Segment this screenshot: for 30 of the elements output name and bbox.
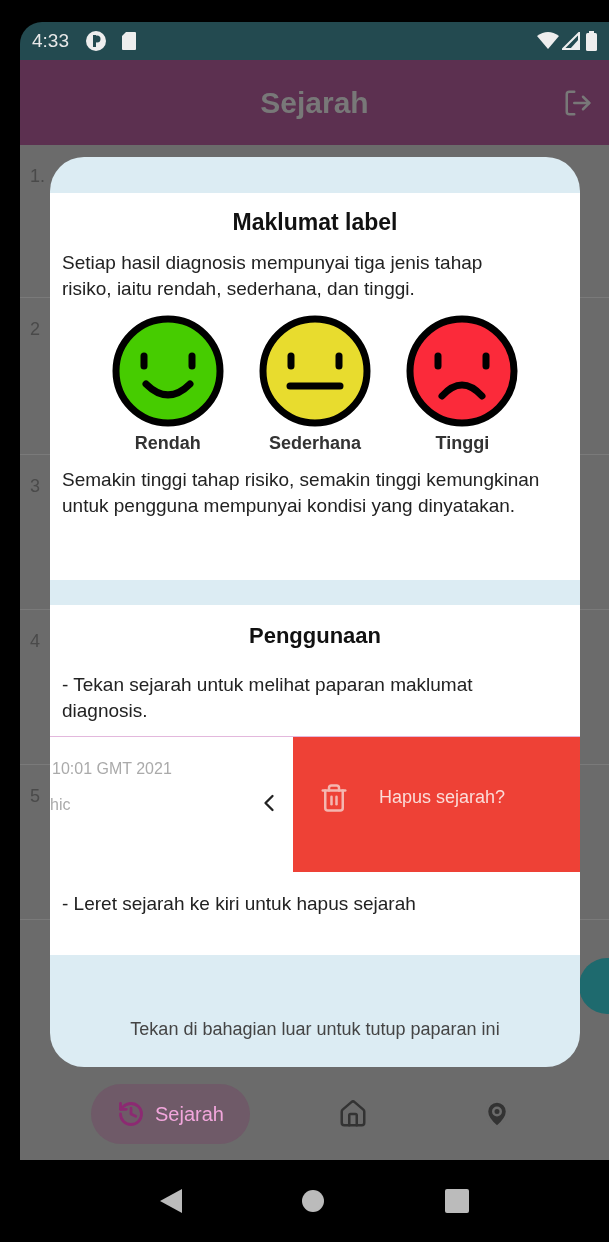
app-bar-title: Sejarah xyxy=(260,85,369,121)
neutral-face-icon xyxy=(258,313,372,428)
sad-face-icon xyxy=(405,313,520,428)
tap-hint-text: - Tekan sejarah untuk melihat paparan maklumat diagnosis. xyxy=(62,673,474,723)
delete-action[interactable]: Hapus sejarah? xyxy=(293,737,580,872)
wifi-icon xyxy=(537,32,559,50)
home-icon xyxy=(337,1098,368,1129)
home-button[interactable] xyxy=(301,1189,326,1213)
status-time: 4:33 xyxy=(32,28,69,53)
intro-text: Setiap hasil diagnosis mempunyai tiga jenis tahap risiko, iaitu rendah, sederhana, dan tinggi. xyxy=(62,250,484,301)
history-icon xyxy=(117,1099,145,1128)
section-title: Penggunaan xyxy=(248,622,382,650)
smiling-face-icon xyxy=(110,313,225,428)
risk-level-label: Tinggi xyxy=(435,431,490,455)
history-subtitle: hic xyxy=(50,795,71,815)
recents-button[interactable] xyxy=(445,1189,470,1213)
section-title: Maklumat label xyxy=(231,208,399,237)
history-date: 10:01 GMT 2021 xyxy=(51,759,172,779)
risk-level-label: Rendah xyxy=(134,431,201,455)
dismiss-hint: Tekan di bahagian luar untuk tutup paparan ini xyxy=(130,1018,500,1041)
signal-icon xyxy=(562,32,580,50)
risk-level-label: Sederhana xyxy=(268,431,361,455)
risk-note-text: Semakin tinggi tahap risiko, semakin tinggi kemungkinan untuk pengguna mempunyai kondisi yang dinyatakan. xyxy=(62,467,541,518)
battery-icon xyxy=(586,31,597,51)
notification-icon xyxy=(85,30,107,52)
nav-tab[interactable]: Sejarah xyxy=(91,1083,250,1144)
back-button[interactable] xyxy=(159,1189,182,1213)
swipe-hint-text: - Leret sejarah ke kiri untuk hapus sejarah xyxy=(61,892,417,916)
trash-icon xyxy=(319,782,349,813)
sd-card-icon xyxy=(121,31,137,51)
